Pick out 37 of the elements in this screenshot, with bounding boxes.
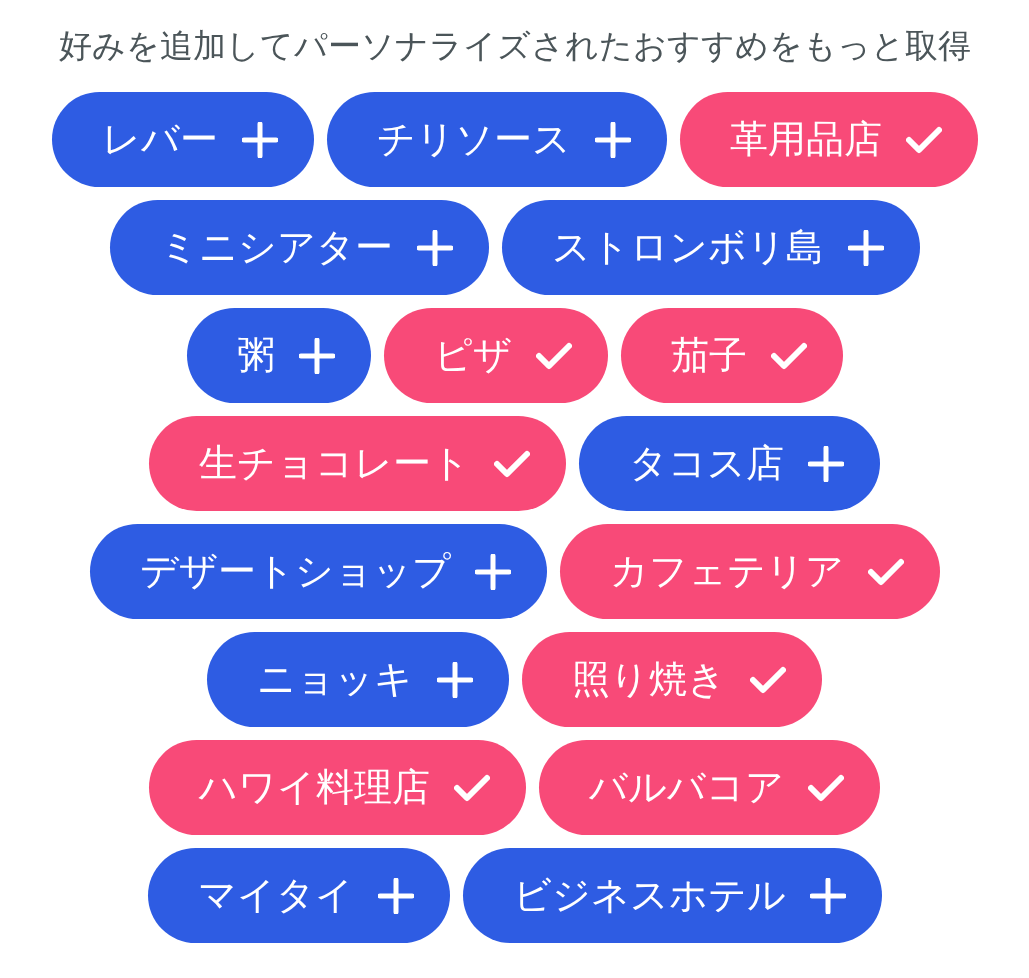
preference-chip[interactable]: 茄子	[620, 308, 843, 403]
check-icon	[770, 341, 807, 370]
check-icon	[750, 665, 786, 694]
plus-icon	[377, 877, 414, 914]
preference-chip[interactable]: 照り焼き	[522, 632, 822, 727]
preference-chip[interactable]: バルバコア	[539, 740, 880, 835]
check-icon	[905, 125, 942, 154]
preference-chip[interactable]: カフェテリア	[559, 524, 940, 619]
check-icon	[454, 773, 490, 802]
plus-icon	[809, 877, 846, 914]
plus-icon	[416, 229, 453, 266]
check-icon	[867, 557, 904, 586]
preference-chip[interactable]: レバー	[51, 92, 314, 187]
preference-chip[interactable]: ニョッキ	[207, 632, 509, 727]
check-icon	[808, 773, 844, 802]
plus-icon	[437, 661, 473, 698]
preference-chip[interactable]: 粥	[186, 308, 371, 403]
preference-chip[interactable]: タコス店	[579, 416, 880, 511]
preference-chip[interactable]: デザートショップ	[89, 524, 547, 619]
preference-chip[interactable]: マイタイ	[147, 848, 450, 943]
preference-chip[interactable]: ミニシアター	[109, 200, 489, 295]
plus-icon	[808, 445, 844, 482]
plus-icon	[847, 229, 884, 266]
preference-chip[interactable]: 生チョコレート	[149, 416, 566, 511]
plus-icon	[241, 121, 278, 158]
check-icon	[535, 341, 572, 370]
preference-chip[interactable]: チリソース	[326, 92, 667, 187]
preference-chip[interactable]: ビジネスホテル	[462, 848, 882, 943]
plus-icon	[474, 553, 511, 590]
plus-icon	[298, 337, 335, 374]
preference-chip[interactable]: ピザ	[383, 308, 608, 403]
preference-chip[interactable]: ハワイ料理店	[149, 740, 526, 835]
preference-chip[interactable]: 革用品店	[679, 92, 978, 187]
check-icon	[494, 449, 530, 478]
preference-chip[interactable]: ストロンボリ島	[501, 200, 920, 295]
page-heading: 好みを追加してパーソナライズされたおすすめをもっと取得	[58, 25, 971, 67]
plus-icon	[594, 121, 631, 158]
